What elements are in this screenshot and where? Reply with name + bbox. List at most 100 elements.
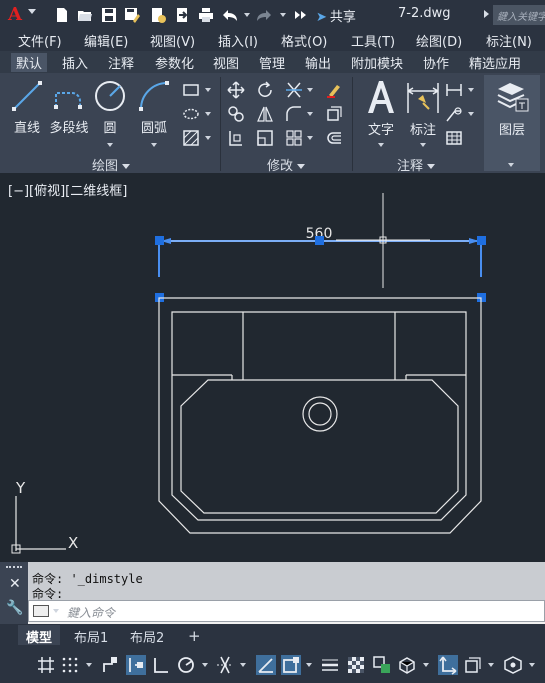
transparency-icon[interactable] — [346, 655, 366, 675]
polar-tracking-icon[interactable] — [176, 655, 196, 675]
array-icon[interactable] — [285, 129, 303, 147]
menu-file[interactable]: 文件(F) — [18, 31, 62, 50]
copy-icon[interactable] — [227, 105, 245, 123]
tab-layout1[interactable]: 布局1 — [66, 625, 116, 646]
print-icon[interactable] — [198, 7, 214, 23]
save-icon[interactable] — [101, 7, 117, 23]
line-tool[interactable]: 直线 — [8, 79, 46, 136]
isometric-drafting-icon[interactable] — [215, 655, 235, 675]
grip-handle[interactable] — [477, 236, 486, 245]
dimension-tool[interactable]: 标注 — [403, 79, 443, 147]
tab-insert[interactable]: 插入 — [57, 53, 93, 72]
dynamic-input-icon[interactable] — [126, 655, 146, 675]
explode-icon[interactable] — [325, 105, 343, 123]
grip-handle[interactable] — [315, 236, 324, 245]
hatch-dropdown-icon[interactable] — [205, 136, 211, 140]
ellipse-icon[interactable] — [182, 105, 200, 123]
tab-output[interactable]: 输出 — [300, 53, 336, 72]
menu-insert[interactable]: 插入(I) — [218, 31, 258, 50]
arc-tool[interactable]: 圆弧 — [136, 79, 172, 147]
command-input[interactable]: 鍵入命令 — [28, 600, 545, 622]
selection-filter-icon[interactable] — [463, 655, 483, 675]
more-commands-icon[interactable] — [292, 7, 308, 23]
tab-home[interactable]: 默认 — [11, 53, 48, 72]
leader-dropdown-icon[interactable] — [468, 112, 474, 116]
customize-wrench-icon[interactable]: 🔧 — [6, 600, 23, 616]
erase-icon[interactable] — [325, 81, 343, 99]
leader-icon[interactable] — [445, 105, 463, 123]
tab-model[interactable]: 模型 — [18, 625, 61, 646]
offset-icon[interactable] — [325, 129, 343, 147]
grip-handle[interactable] — [155, 236, 164, 245]
3d-object-snap-icon[interactable] — [397, 655, 417, 675]
ellipse-dropdown-icon[interactable] — [205, 112, 211, 116]
rectangle-icon[interactable] — [182, 81, 200, 99]
menu-tools[interactable]: 工具(T) — [351, 31, 395, 50]
table-icon[interactable] — [445, 129, 463, 147]
text-dropdown-icon[interactable] — [378, 143, 384, 147]
app-menu-caret-icon[interactable] — [28, 9, 36, 14]
export-icon[interactable] — [174, 7, 190, 23]
selection-filter-dropdown-icon[interactable] — [488, 663, 494, 667]
polyline-tool[interactable]: 多段线 — [48, 79, 90, 136]
gizmo-dropdown-icon[interactable] — [529, 663, 535, 667]
tab-layout2[interactable]: 布局2 — [122, 625, 172, 646]
add-layout-button[interactable]: + — [180, 625, 209, 645]
publish-icon[interactable] — [150, 7, 166, 23]
menu-format[interactable]: 格式(O) — [281, 31, 327, 50]
recent-commands-dropdown-icon[interactable] — [53, 609, 59, 613]
drawing-canvas[interactable]: [−][俯视][二维线框] 560 Y X — [0, 173, 545, 562]
ortho-icon[interactable] — [151, 655, 171, 675]
washbasin-drawing[interactable] — [158, 297, 482, 534]
trim-icon[interactable] — [285, 81, 303, 99]
redo-icon[interactable] — [256, 7, 272, 23]
scale-icon[interactable] — [256, 129, 274, 147]
object-snap-icon[interactable] — [281, 655, 301, 675]
menu-edit[interactable]: 编辑(E) — [84, 31, 128, 50]
menu-draw[interactable]: 绘图(D) — [416, 31, 462, 50]
close-icon[interactable]: ✕ — [9, 576, 21, 592]
hatch-icon[interactable] — [182, 129, 200, 147]
3d-object-snap-dropdown-icon[interactable] — [423, 663, 429, 667]
grid-icon[interactable] — [36, 655, 56, 675]
dimension-dropdown-icon[interactable] — [420, 143, 426, 147]
infer-constraints-icon[interactable] — [101, 655, 121, 675]
text-tool[interactable]: 文字 — [363, 79, 399, 147]
gizmo-icon[interactable] — [503, 655, 523, 675]
linear-dimension-icon[interactable] — [445, 81, 463, 99]
rotate-icon[interactable] — [256, 81, 274, 99]
mirror-icon[interactable] — [256, 105, 274, 123]
circle-tool[interactable]: 圆 — [92, 79, 128, 147]
array-dropdown-icon[interactable] — [307, 136, 313, 140]
tab-parametric[interactable]: 参数化 — [150, 53, 199, 72]
command-prompt-icon[interactable] — [33, 605, 49, 617]
grip-icon[interactable] — [6, 566, 22, 570]
layers-panel-expand-icon[interactable] — [508, 163, 514, 167]
annotation-panel-title[interactable]: 注释 — [397, 155, 436, 174]
tab-featured-apps[interactable]: 精选应用 — [464, 53, 526, 72]
rectangle-dropdown-icon[interactable] — [205, 88, 211, 92]
tab-manage[interactable]: 管理 — [254, 53, 290, 72]
stretch-icon[interactable] — [227, 129, 245, 147]
menu-dimension[interactable]: 标注(N) — [486, 31, 532, 50]
tab-view[interactable]: 视图 — [208, 53, 244, 72]
draw-panel-title[interactable]: 绘图 — [92, 155, 131, 174]
trim-dropdown-icon[interactable] — [307, 88, 313, 92]
search-input[interactable]: 鍵入关键字 — [493, 5, 545, 25]
menu-view[interactable]: 视图(V) — [150, 31, 195, 50]
search-expand-icon[interactable] — [484, 10, 489, 18]
tab-annotate[interactable]: 注释 — [103, 53, 139, 72]
circle-dropdown-icon[interactable] — [107, 143, 113, 147]
open-file-icon[interactable] — [77, 7, 93, 23]
undo-icon[interactable] — [222, 7, 238, 23]
undo-dropdown-icon[interactable] — [244, 13, 250, 17]
fillet-dropdown-icon[interactable] — [307, 112, 313, 116]
snap-icon[interactable] — [60, 655, 80, 675]
object-snap-dropdown-icon[interactable] — [306, 663, 312, 667]
polar-tracking-dropdown-icon[interactable] — [202, 663, 208, 667]
tab-addins[interactable]: 附加模块 — [346, 53, 408, 72]
move-icon[interactable] — [227, 81, 245, 99]
lineweight-icon[interactable] — [320, 655, 340, 675]
tab-collaborate[interactable]: 协作 — [418, 53, 454, 72]
selection-cycling-icon[interactable] — [372, 655, 392, 675]
